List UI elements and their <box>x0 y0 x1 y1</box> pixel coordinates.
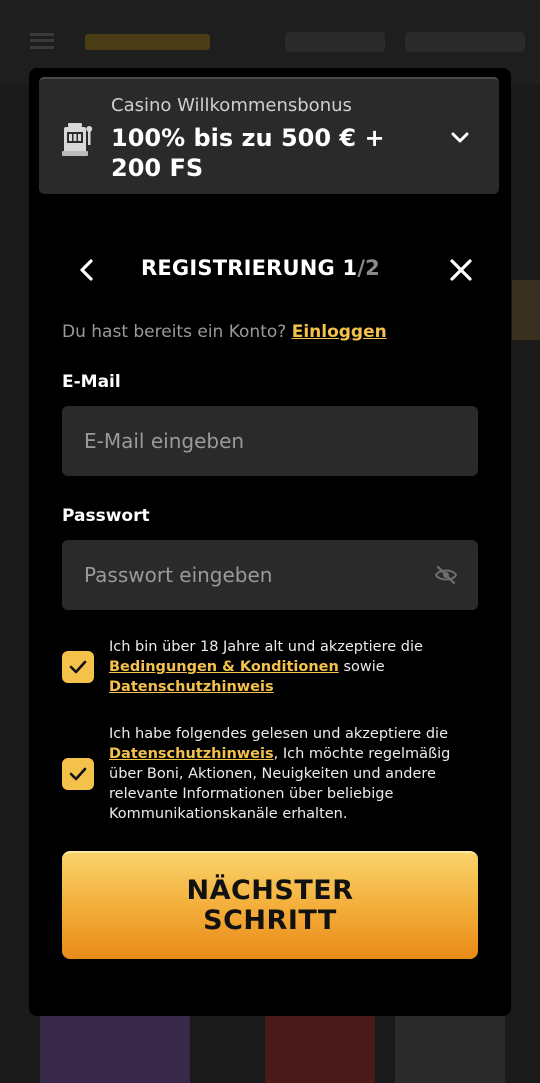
registration-title: REGISTRIERUNG 1/2 <box>141 256 380 280</box>
checkmark-icon <box>69 660 87 674</box>
terms-link[interactable]: Bedingungen & Konditionen <box>109 659 339 675</box>
bonus-subtitle: Casino Willkommensbonus <box>111 95 352 116</box>
consent1-mid: sowie <box>343 659 385 675</box>
registration-title-main: REGISTRIERUNG 1 <box>141 256 358 280</box>
login-prompt-text: Du hast bereits ein Konto? <box>62 322 287 342</box>
eye-slash-icon[interactable] <box>434 565 458 585</box>
email-field[interactable] <box>82 428 458 454</box>
email-field-container <box>62 406 478 476</box>
marketing-consent-text: Ich habe folgendes gelesen und akzeptier… <box>109 724 469 824</box>
marketing-consent-checkbox[interactable] <box>62 758 94 790</box>
chevron-down-icon[interactable] <box>449 127 471 149</box>
privacy-link[interactable]: Datenschutzhinweis <box>109 746 274 762</box>
consent2-text: Ich habe folgendes gelesen und akzeptier… <box>109 726 448 742</box>
password-field-container <box>62 540 478 610</box>
age-terms-consent-text: Ich bin über 18 Jahre alt und akzeptiere… <box>109 637 469 697</box>
welcome-bonus-selector[interactable]: Casino Willkommensbonus 100% bis zu 500 … <box>39 77 499 194</box>
bonus-title: 100% bis zu 500 € + 200 FS <box>111 124 385 182</box>
registration-step-total: /2 <box>357 256 380 280</box>
email-label: E-Mail <box>62 372 121 392</box>
password-label: Passwort <box>62 506 150 526</box>
next-step-label: NÄCHSTER SCHRITT <box>186 875 354 936</box>
checkmark-icon <box>69 767 87 781</box>
consent1-text: Ich bin über 18 Jahre alt und akzeptiere… <box>109 639 423 655</box>
login-link[interactable]: Einloggen <box>292 322 387 342</box>
back-arrow-icon[interactable] <box>73 256 101 284</box>
background-game-tile <box>265 1015 375 1083</box>
close-icon[interactable] <box>447 256 475 284</box>
slot-machine-icon <box>62 123 93 156</box>
age-terms-checkbox[interactable] <box>62 651 94 683</box>
background-button <box>285 32 385 52</box>
background-button <box>405 32 525 52</box>
background-game-tile <box>395 1015 505 1083</box>
next-step-button[interactable]: NÄCHSTER SCHRITT <box>62 851 478 959</box>
background-game-tile <box>40 1015 190 1083</box>
login-prompt: Du hast bereits ein Konto? Einloggen <box>62 322 387 342</box>
background-tile <box>512 280 540 340</box>
background-logo <box>85 34 210 50</box>
registration-header: REGISTRIERUNG 1/2 <box>29 248 511 292</box>
password-field[interactable] <box>82 562 434 588</box>
menu-icon <box>30 33 54 49</box>
privacy-link[interactable]: Datenschutzhinweis <box>109 679 274 695</box>
registration-modal: Casino Willkommensbonus 100% bis zu 500 … <box>29 68 511 1016</box>
